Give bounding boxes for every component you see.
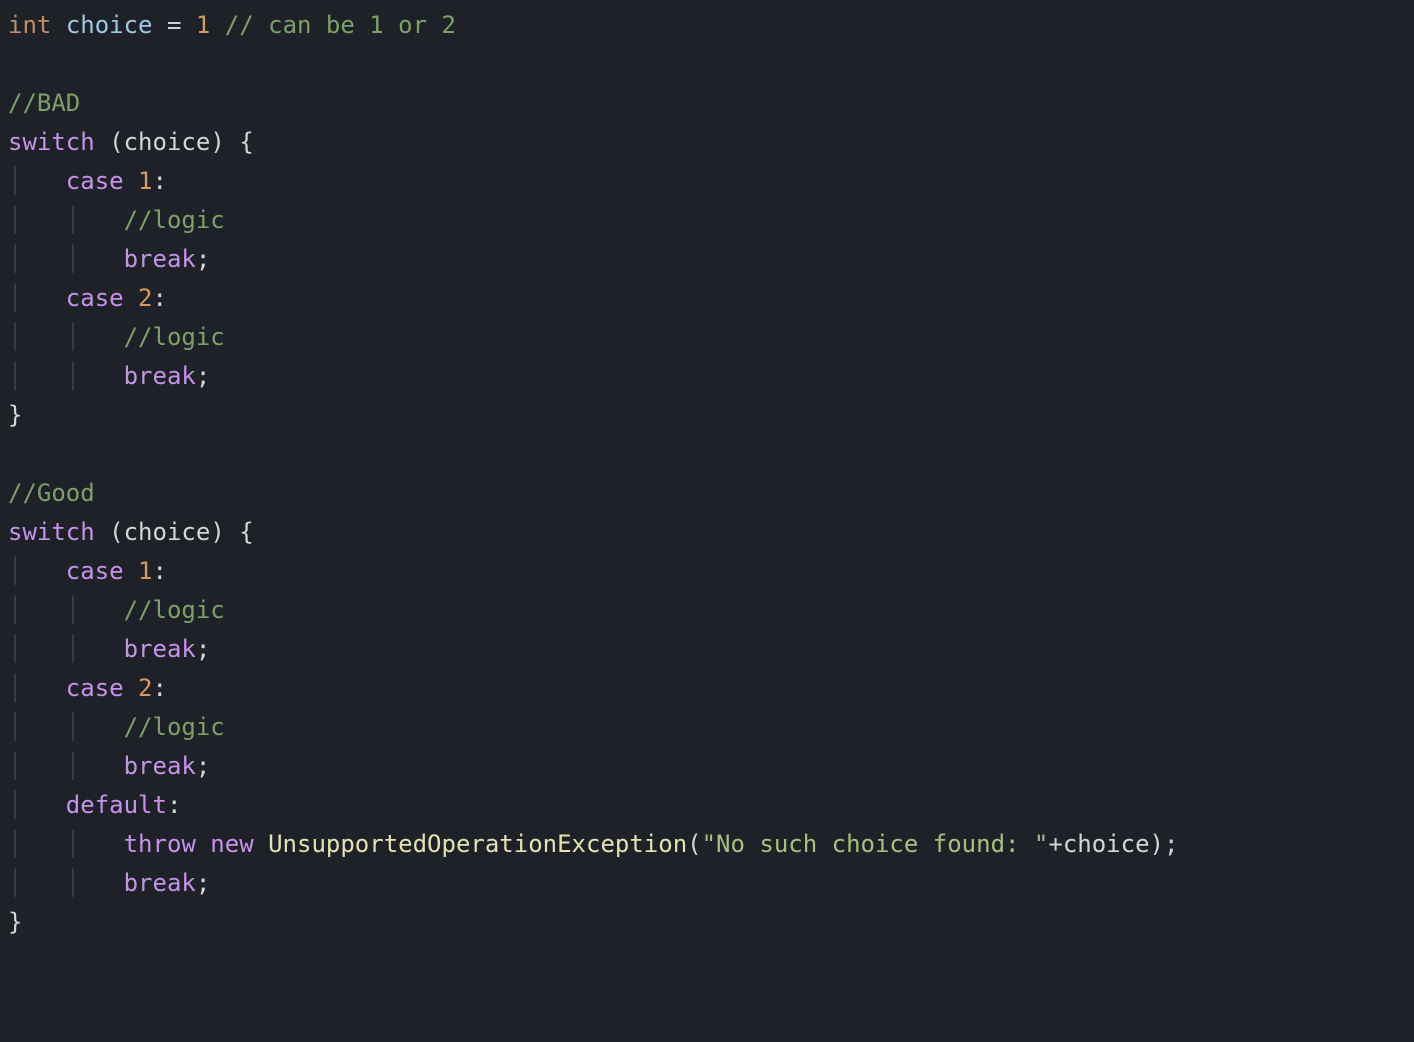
indent-guide: │ <box>66 596 124 624</box>
code-line: │ case 2: <box>8 284 167 312</box>
code-line: │ │ //logic <box>8 596 225 624</box>
keyword-token: default <box>66 791 167 819</box>
indent-guide: │ <box>66 206 124 234</box>
keyword-token: break <box>124 635 196 663</box>
code-line: │ case 1: <box>8 167 167 195</box>
code-line: │ │ //logic <box>8 713 225 741</box>
keyword-token: case <box>66 167 124 195</box>
code-line: int choice = 1 // can be 1 or 2 <box>8 11 456 39</box>
variable-token: choice <box>124 128 211 156</box>
indent-guide: │ <box>8 713 66 741</box>
code-line: │ │ break; <box>8 362 210 390</box>
indent-guide: │ <box>66 830 124 858</box>
comment-token: //logic <box>124 206 225 234</box>
code-line: │ │ //logic <box>8 323 225 351</box>
indent-guide: │ <box>66 752 124 780</box>
number-token: 2 <box>138 674 152 702</box>
comment-token: //logic <box>124 596 225 624</box>
number-token: 1 <box>196 11 210 39</box>
code-line: //Good <box>8 479 95 507</box>
operator-token: = <box>167 11 181 39</box>
code-line: │ │ break; <box>8 635 210 663</box>
string-token: "No such choice found: " <box>702 830 1049 858</box>
indent-guide: │ <box>8 362 66 390</box>
number-token: 1 <box>138 167 152 195</box>
indent-guide: │ <box>8 830 66 858</box>
indent-guide: │ <box>66 362 124 390</box>
keyword-token: case <box>66 557 124 585</box>
keyword-token: break <box>124 869 196 897</box>
code-line: │ case 1: <box>8 557 167 585</box>
keyword-token: break <box>124 752 196 780</box>
comment-token: //logic <box>124 713 225 741</box>
code-line: │ │ //logic <box>8 206 225 234</box>
code-line: │ case 2: <box>8 674 167 702</box>
comment-token: //BAD <box>8 89 80 117</box>
indent-guide: │ <box>8 557 66 585</box>
indent-guide: │ <box>8 206 66 234</box>
keyword-token: switch <box>8 518 95 546</box>
indent-guide: │ <box>8 596 66 624</box>
comment-token: // can be 1 or 2 <box>225 11 456 39</box>
indent-guide: │ <box>8 752 66 780</box>
variable-token: choice <box>1063 830 1150 858</box>
comment-token: //logic <box>124 323 225 351</box>
indent-guide: │ <box>8 323 66 351</box>
keyword-token: case <box>66 674 124 702</box>
code-line: │ │ break; <box>8 869 210 897</box>
indent-guide: │ <box>8 167 66 195</box>
type-token: int <box>8 11 51 39</box>
keyword-token: case <box>66 284 124 312</box>
number-token: 2 <box>138 284 152 312</box>
code-line: switch (choice) { <box>8 128 254 156</box>
variable-token: choice <box>124 518 211 546</box>
indent-guide: │ <box>66 869 124 897</box>
code-line: │ default: <box>8 791 181 819</box>
code-line: } <box>8 908 22 936</box>
indent-guide: │ <box>8 869 66 897</box>
indent-guide: │ <box>66 713 124 741</box>
code-line: switch (choice) { <box>8 518 254 546</box>
code-line: } <box>8 401 22 429</box>
class-token: UnsupportedOperationException <box>268 830 687 858</box>
code-line: │ │ break; <box>8 245 210 273</box>
indent-guide: │ <box>66 635 124 663</box>
number-token: 1 <box>138 557 152 585</box>
code-block: int choice = 1 // can be 1 or 2 //BAD sw… <box>0 0 1414 950</box>
indent-guide: │ <box>8 791 66 819</box>
indent-guide: │ <box>66 245 124 273</box>
keyword-token: break <box>124 362 196 390</box>
keyword-token: break <box>124 245 196 273</box>
code-line: //BAD <box>8 89 80 117</box>
indent-guide: │ <box>66 323 124 351</box>
keyword-token: throw <box>124 830 196 858</box>
indent-guide: │ <box>8 245 66 273</box>
comment-token: //Good <box>8 479 95 507</box>
indent-guide: │ <box>8 674 66 702</box>
indent-guide: │ <box>8 284 66 312</box>
code-line: │ │ throw new UnsupportedOperationExcept… <box>8 830 1178 858</box>
variable-token: choice <box>66 11 153 39</box>
indent-guide: │ <box>8 635 66 663</box>
keyword-token: new <box>210 830 253 858</box>
keyword-token: switch <box>8 128 95 156</box>
code-line: │ │ break; <box>8 752 210 780</box>
